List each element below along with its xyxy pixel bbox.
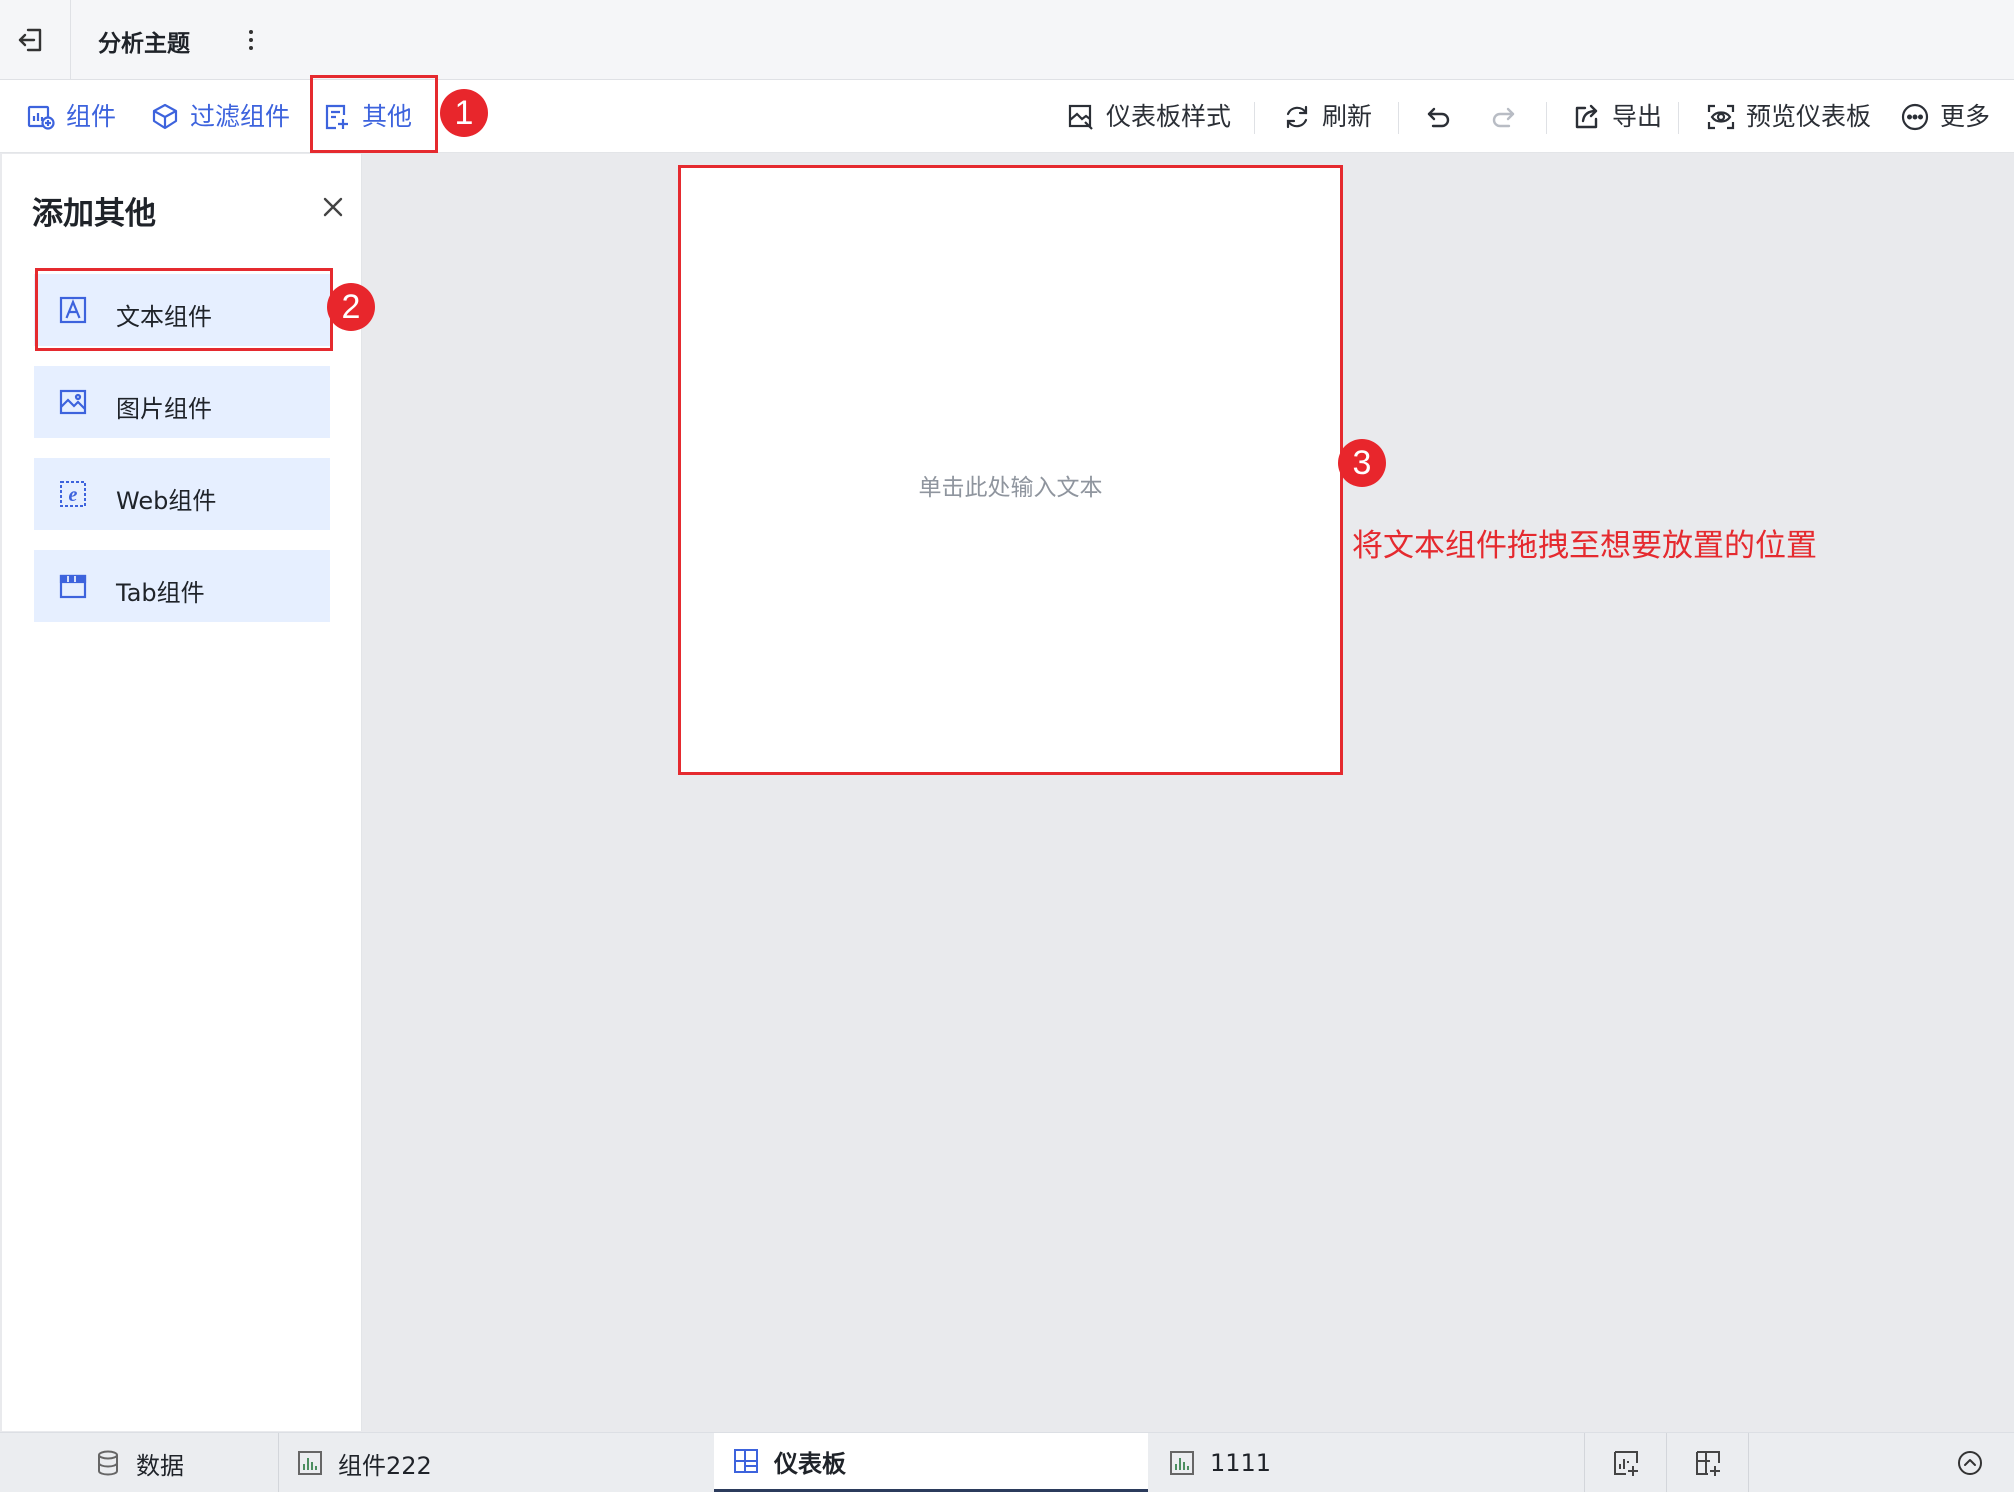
refresh-button[interactable]: 刷新 <box>1282 80 1372 153</box>
tab-data[interactable]: 数据 <box>94 1433 184 1492</box>
tab-dashboard[interactable]: 仪表板 <box>714 1433 1148 1492</box>
chevron-up-circle-icon <box>1958 1451 1982 1475</box>
toolbar: 组件 过滤组件 其他 仪表板样式 刷新 导出 预览仪表板 更多 <box>0 80 2014 153</box>
dashboard-style-icon <box>1068 104 1093 130</box>
annotation-box-other <box>310 75 438 153</box>
close-icon[interactable] <box>316 190 350 224</box>
preview-dashboard-label: 预览仪表板 <box>1746 102 1872 131</box>
panel-title: 添加其他 <box>32 196 156 232</box>
tab-1111-label: 1111 <box>1210 1449 1272 1477</box>
annotation-box-text-widget <box>678 165 1343 775</box>
refresh-icon <box>1286 105 1308 128</box>
bottom-tab-bar: 数据 组件222 仪表板 1111 <box>0 1432 2014 1492</box>
tab-divider <box>278 1433 279 1492</box>
bar-chart-icon <box>298 1451 322 1475</box>
annotation-badge-3: 3 <box>1338 439 1386 487</box>
add-dashboard-tab-button[interactable] <box>1694 1433 1722 1492</box>
add-component-button[interactable]: 组件 <box>26 80 116 153</box>
undo-button[interactable] <box>1424 80 1454 153</box>
tab-divider <box>1584 1433 1585 1492</box>
more-label: 更多 <box>1940 102 1991 131</box>
svg-text:e: e <box>69 484 78 506</box>
filter-component-button[interactable]: 过滤组件 <box>150 80 290 153</box>
undo-icon <box>1427 107 1450 127</box>
collapse-up-button[interactable] <box>1956 1433 1984 1492</box>
annotation-badge-1: 1 <box>440 89 488 137</box>
tab-divider <box>1748 1433 1749 1492</box>
toolbar-divider <box>1546 102 1547 134</box>
add-dashboard-icon <box>1696 1451 1720 1476</box>
add-chart-icon <box>1614 1451 1638 1476</box>
bar-chart-icon <box>1170 1451 1194 1475</box>
filter-component-icon <box>152 103 178 129</box>
title-divider <box>70 0 71 80</box>
preview-eye-icon <box>1707 104 1735 129</box>
dashboard-style-label: 仪表板样式 <box>1106 102 1232 131</box>
tab-data-label: 数据 <box>136 1451 184 1480</box>
filter-component-label: 过滤组件 <box>190 102 291 131</box>
refresh-label: 刷新 <box>1322 102 1373 131</box>
web-icon: e <box>60 481 86 507</box>
image-component-label: 图片组件 <box>116 395 212 423</box>
tab-1111[interactable]: 1111 <box>1168 1433 1271 1492</box>
tab-component222[interactable]: 组件222 <box>296 1433 432 1492</box>
annotation-box-text-component <box>35 268 333 351</box>
dashboard-style-button[interactable]: 仪表板样式 <box>1066 80 1231 153</box>
web-component-label: Web组件 <box>116 487 217 515</box>
image-icon <box>59 389 87 415</box>
toolbar-divider <box>1254 102 1255 134</box>
tab-divider <box>1666 1433 1667 1492</box>
redo-icon <box>1492 107 1515 127</box>
more-circle-icon <box>1901 103 1929 130</box>
add-component-label: 组件 <box>66 102 117 131</box>
preview-dashboard-button[interactable]: 预览仪表板 <box>1706 80 1871 153</box>
redo-button[interactable] <box>1488 80 1518 153</box>
export-button[interactable]: 导出 <box>1572 80 1662 153</box>
database-icon <box>98 1450 118 1476</box>
exit-icon[interactable] <box>14 22 50 58</box>
page-title: 分析主题 <box>98 31 190 57</box>
dashboard-icon <box>734 1449 758 1473</box>
toolbar-divider <box>1678 102 1679 134</box>
tab-dashboard-label: 仪表板 <box>774 1449 846 1478</box>
more-vertical-icon[interactable] <box>240 26 262 56</box>
image-component-item[interactable]: 图片组件 <box>34 366 330 438</box>
add-chart-icon <box>27 105 55 130</box>
annotation-badge-2: 2 <box>327 283 375 331</box>
tab-icon <box>59 574 87 599</box>
export-label: 导出 <box>1612 102 1663 131</box>
more-button[interactable]: 更多 <box>1900 80 1990 153</box>
title-bar: 分析主题 <box>0 0 2014 80</box>
tab-component-item[interactable]: Tab组件 <box>34 550 330 622</box>
annotation-instruction: 将文本组件拖拽至想要放置的位置 <box>1352 528 1817 564</box>
web-component-item[interactable]: e Web组件 <box>34 458 330 530</box>
export-icon <box>1575 104 1598 128</box>
toolbar-divider <box>1398 102 1399 134</box>
tab-component222-label: 组件222 <box>338 1451 432 1480</box>
tab-component-label: Tab组件 <box>116 579 205 607</box>
add-chart-tab-button[interactable] <box>1612 1433 1640 1492</box>
